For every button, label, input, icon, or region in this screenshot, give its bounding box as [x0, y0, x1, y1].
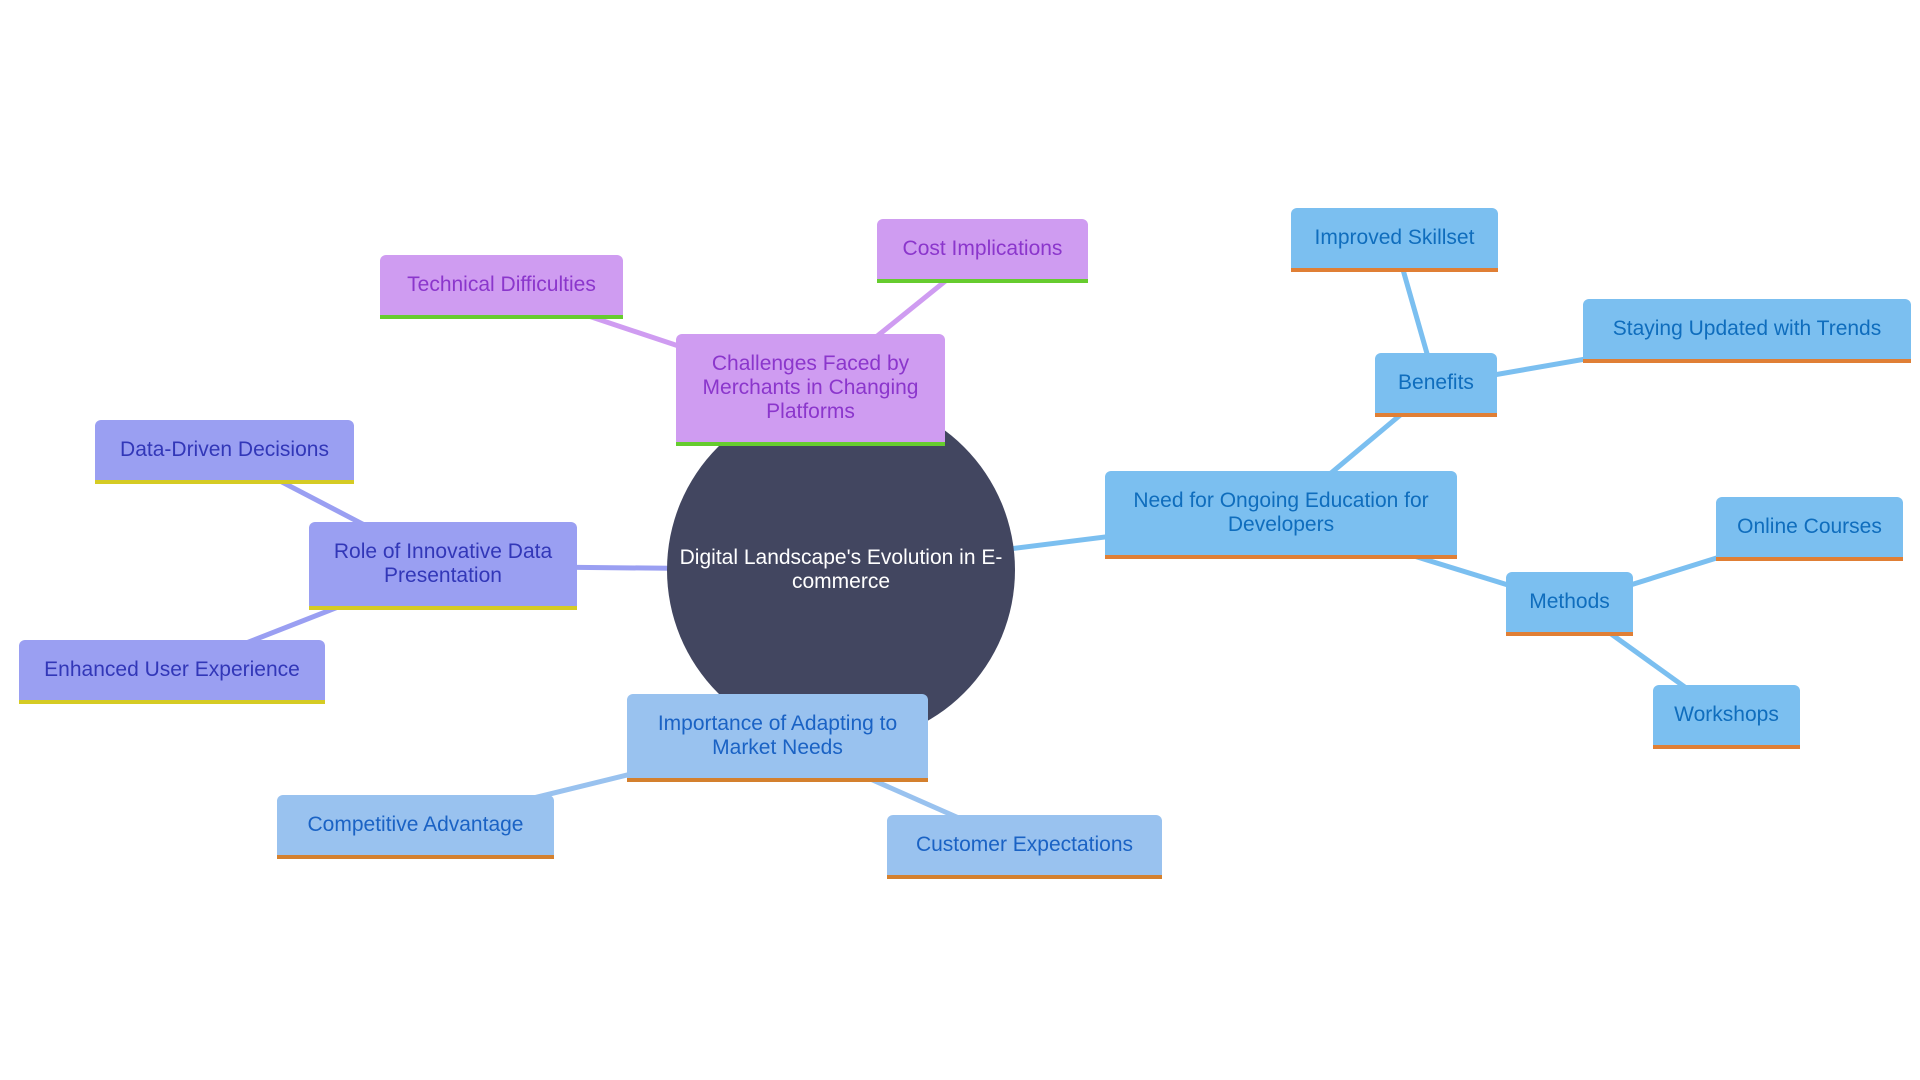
- node-enhanced-user-experience[interactable]: Enhanced User Experience: [19, 640, 325, 704]
- node-label: Methods: [1529, 590, 1610, 613]
- node-workshops[interactable]: Workshops: [1653, 685, 1800, 749]
- node-label: Cost Implications: [902, 237, 1063, 260]
- node-staying-updated[interactable]: Staying Updated with Trends: [1583, 299, 1911, 363]
- node-label: Improved Skillset: [1314, 226, 1475, 249]
- root-node-label: Digital Landscape's Evolution in E-comme…: [679, 546, 1003, 593]
- node-online-courses[interactable]: Online Courses: [1716, 497, 1903, 561]
- node-label: Online Courses: [1737, 515, 1882, 538]
- node-data-driven-decisions[interactable]: Data-Driven Decisions: [95, 420, 354, 484]
- node-label: Enhanced User Experience: [44, 658, 300, 681]
- node-label: Role of Innovative Data Presentation: [333, 540, 553, 587]
- node-adapting-market-needs[interactable]: Importance of Adapting to Market Needs: [627, 694, 928, 782]
- node-technical-difficulties[interactable]: Technical Difficulties: [380, 255, 623, 319]
- node-benefits[interactable]: Benefits: [1375, 353, 1497, 417]
- node-label: Customer Expectations: [915, 833, 1134, 856]
- node-challenges[interactable]: Challenges Faced by Merchants in Changin…: [676, 334, 945, 446]
- node-label: Importance of Adapting to Market Needs: [657, 712, 898, 759]
- node-label: Workshops: [1674, 703, 1779, 726]
- node-label: Technical Difficulties: [407, 273, 596, 296]
- node-label: Benefits: [1398, 371, 1474, 394]
- node-competitive-advantage[interactable]: Competitive Advantage: [277, 795, 554, 859]
- node-label: Need for Ongoing Education for Developer…: [1133, 489, 1429, 536]
- node-customer-expectations[interactable]: Customer Expectations: [887, 815, 1162, 879]
- node-label: Data-Driven Decisions: [120, 438, 329, 461]
- node-cost-implications[interactable]: Cost Implications: [877, 219, 1088, 283]
- node-ongoing-education[interactable]: Need for Ongoing Education for Developer…: [1105, 471, 1457, 559]
- node-label: Staying Updated with Trends: [1612, 317, 1882, 340]
- node-label: Challenges Faced by Merchants in Changin…: [702, 352, 919, 423]
- node-improved-skillset[interactable]: Improved Skillset: [1291, 208, 1498, 272]
- node-innovative-data-presentation[interactable]: Role of Innovative Data Presentation: [309, 522, 577, 610]
- node-methods[interactable]: Methods: [1506, 572, 1633, 636]
- node-label: Competitive Advantage: [307, 813, 524, 836]
- root-node[interactable]: Digital Landscape's Evolution in E-comme…: [667, 396, 1015, 744]
